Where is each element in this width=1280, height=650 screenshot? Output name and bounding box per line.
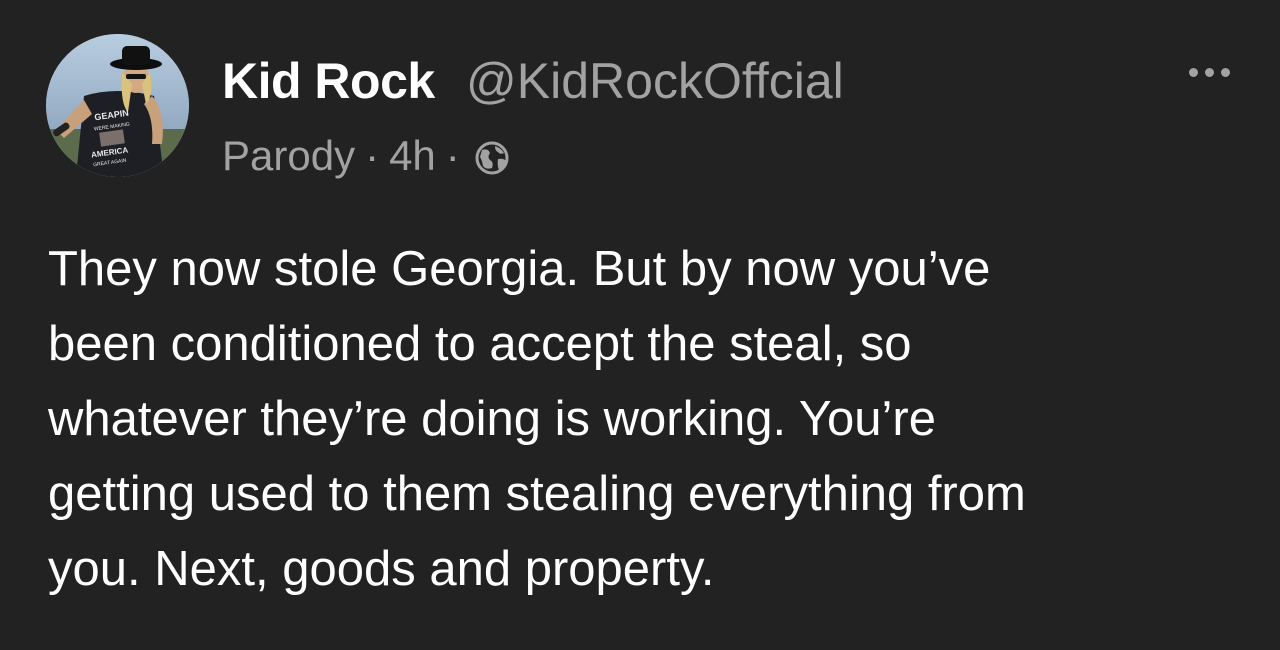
meta-separator: · xyxy=(365,132,380,179)
author-handle[interactable]: @KidRockOffcial xyxy=(466,52,844,110)
post-text-line: They now stole Georgia. But by now you’v… xyxy=(48,242,991,296)
post-text-line: been conditioned to accept the steal, so xyxy=(48,317,912,371)
post-text: They now stole Georgia. But by now you’v… xyxy=(48,232,1248,607)
post-text-line: whatever they’re doing is working. You’r… xyxy=(48,392,936,446)
post-meta: Parody · 4h · xyxy=(222,132,510,180)
post-timestamp[interactable]: 4h xyxy=(389,132,436,180)
post-text-line: getting used to them stealing everything… xyxy=(48,467,1026,521)
globe-icon xyxy=(474,138,510,175)
more-options-icon[interactable] xyxy=(1189,68,1230,77)
author-display-name[interactable]: Kid Rock xyxy=(222,52,435,110)
avatar[interactable]: GEAPIN WERE MAKING AMERICA GREAT AGAIN xyxy=(46,34,189,177)
meta-separator: · xyxy=(445,132,460,179)
post-card: GEAPIN WERE MAKING AMERICA GREAT AGAIN K… xyxy=(0,0,1280,650)
more-dot xyxy=(1221,68,1230,77)
more-dot xyxy=(1205,68,1214,77)
more-dot xyxy=(1189,68,1198,77)
parody-label: Parody xyxy=(222,132,356,179)
post-text-line: you. Next, goods and property. xyxy=(48,542,715,596)
avatar-image: GEAPIN WERE MAKING AMERICA GREAT AGAIN xyxy=(46,34,189,177)
